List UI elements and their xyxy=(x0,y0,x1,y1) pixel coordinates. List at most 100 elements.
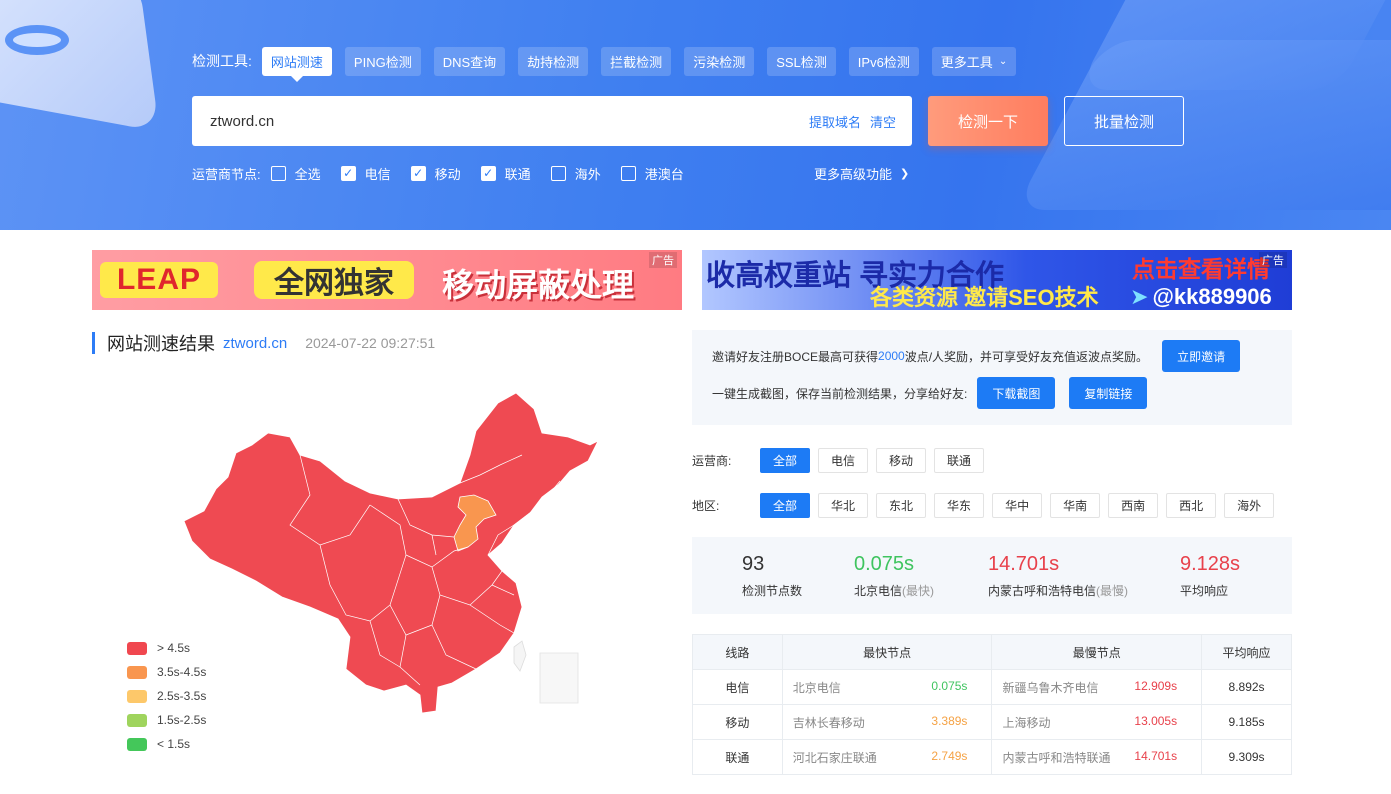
tab-hijack[interactable]: 劫持检测 xyxy=(518,46,589,76)
filter-isp-unicom[interactable]: 联通 xyxy=(934,447,985,473)
ad-leap-logo: LEAP xyxy=(100,262,218,298)
clear-link[interactable]: 清空 xyxy=(870,112,896,131)
isp-node-label: 运营商节点: xyxy=(192,166,261,182)
more-advanced-label: 更多高级功能 xyxy=(814,166,893,182)
tab-ssl[interactable]: SSL检测 xyxy=(767,46,836,76)
stat-label-text: 内蒙古呼和浩特电信 xyxy=(988,584,1097,598)
filter-region-north[interactable]: 华北 xyxy=(818,492,869,518)
filter-isp-all[interactable]: 全部 xyxy=(760,447,811,473)
checkbox-box xyxy=(550,165,566,181)
extract-domain-link[interactable]: 提取域名 xyxy=(809,112,861,131)
tab-pollution[interactable]: 污染检测 xyxy=(684,46,755,76)
map-region-mainland[interactable] xyxy=(183,392,599,714)
tab-website-speed[interactable]: 网站测速 xyxy=(261,46,332,82)
checkbox-select-all[interactable]: 全选 xyxy=(270,164,321,183)
more-tools-label: 更多工具 xyxy=(940,54,993,70)
tab-ping[interactable]: PING检测 xyxy=(344,46,421,76)
batch-detect-button[interactable]: 批量检测 xyxy=(1064,96,1184,146)
node-name: 吉林长春移动 xyxy=(792,715,865,730)
ad-banner-left[interactable]: LEAP 全网独家 移动屏蔽处理 广告 xyxy=(92,250,682,310)
result-domain[interactable]: ztword.cn xyxy=(223,335,287,352)
filter-region-central[interactable]: 华中 xyxy=(992,492,1043,518)
ad-text: 移动屏蔽处理 xyxy=(442,267,635,303)
filter-isp-telecom[interactable]: 电信 xyxy=(818,447,869,473)
cell-fastest: 吉林长春移动 3.389s xyxy=(781,704,993,740)
filter-isp-mobile[interactable]: 移动 xyxy=(876,447,927,473)
tab-ipv6[interactable]: IPv6检测 xyxy=(848,46,919,76)
stat-label: 检测节点数 xyxy=(742,584,803,598)
domain-input[interactable] xyxy=(210,112,800,130)
map-region-taiwan[interactable] xyxy=(513,640,527,672)
filter-region-overseas[interactable]: 海外 xyxy=(1224,492,1275,518)
tab-intercept[interactable]: 拦截检测 xyxy=(601,46,672,76)
tool-tabs: 检测工具: 网站测速 PING检测 DNS查询 劫持检测 拦截检测 污染检测 S… xyxy=(192,46,1029,82)
cell-slowest: 内蒙古呼和浩特联通 14.701s xyxy=(991,739,1203,775)
filter-region-east[interactable]: 华东 xyxy=(934,492,985,518)
screenshot-row: 一键生成截图，保存当前检测结果，分享给好友: 下载截图 复制链接 xyxy=(712,377,1148,409)
stat-slowest: 14.701s 内蒙古呼和浩特电信(最慢) xyxy=(988,553,1128,599)
legend-swatch xyxy=(127,665,147,679)
col-header: 平均响应 xyxy=(1201,634,1292,670)
checkbox-label: 港澳台 xyxy=(644,166,684,182)
checkbox-box xyxy=(620,165,636,181)
checkbox-label: 全选 xyxy=(294,166,321,182)
invite-text: 邀请好友注册BOCE最高可获得 xyxy=(712,349,879,364)
ad-tag: 广告 xyxy=(1259,252,1287,268)
col-header: 线路 xyxy=(692,634,783,670)
legend-item: 3.5s-4.5s xyxy=(127,660,206,684)
stat-label: 平均响应 xyxy=(1180,584,1229,598)
cell-line: 移动 xyxy=(692,704,783,740)
ad-contact-text: @kk889906 xyxy=(1152,284,1272,309)
filter-region-south[interactable]: 华南 xyxy=(1050,492,1101,518)
tab-dns[interactable]: DNS查询 xyxy=(433,46,506,76)
filter-region-all[interactable]: 全部 xyxy=(760,492,811,518)
node-time: 13.005s xyxy=(1134,713,1178,728)
legend-label: < 1.5s xyxy=(157,737,191,751)
cell-slowest: 上海移动 13.005s xyxy=(991,704,1203,740)
decor-shape xyxy=(0,0,160,132)
stat-label: 北京电信(最快) xyxy=(854,582,934,599)
invite-button[interactable]: 立即邀请 xyxy=(1162,340,1241,372)
col-header: 最慢节点 xyxy=(991,634,1203,670)
china-speed-map[interactable] xyxy=(170,385,620,725)
region-filter: 地区: 全部 华北 东北 华东 华中 华南 西南 西北 海外 xyxy=(692,492,1282,518)
checkbox-unicom[interactable]: ✓ 联通 xyxy=(480,164,531,183)
checkbox-label: 海外 xyxy=(574,166,601,182)
node-name: 北京电信 xyxy=(792,680,841,695)
cell-line: 电信 xyxy=(692,669,783,705)
checkbox-overseas[interactable]: 海外 xyxy=(550,164,601,183)
filter-region-southwest[interactable]: 西南 xyxy=(1108,492,1159,518)
stat-value: 14.701s xyxy=(988,553,1060,575)
legend-item: > 4.5s xyxy=(127,636,206,660)
invite-row: 邀请好友注册BOCE最高可获得 2000 波点/人奖励，并可享受好友充值返波点奖励。… xyxy=(712,340,1241,372)
table-row: 移动 吉林长春移动 3.389s 上海移动 13.005s 9.185s xyxy=(692,704,1292,740)
cell-average: 9.309s xyxy=(1201,739,1292,775)
checkbox-telecom[interactable]: ✓ 电信 xyxy=(340,164,391,183)
filter-region-northeast[interactable]: 东北 xyxy=(876,492,927,518)
filter-region-northwest[interactable]: 西北 xyxy=(1166,492,1217,518)
cell-fastest: 河北石家庄联通 2.749s xyxy=(781,739,993,775)
checkbox-hk-mo-tw[interactable]: 港澳台 xyxy=(620,164,684,183)
tools-label: 检测工具: xyxy=(192,53,252,69)
detect-button[interactable]: 检测一下 xyxy=(928,96,1048,146)
isp-filter: 运营商: 全部 电信 移动 联通 xyxy=(692,447,992,473)
table-row: 电信 北京电信 0.075s 新疆乌鲁木齐电信 12.909s 8.892s xyxy=(692,669,1292,705)
ad-tag: 广告 xyxy=(649,252,677,268)
copy-link-button[interactable]: 复制链接 xyxy=(1069,377,1148,409)
node-time: 0.075s xyxy=(931,678,968,693)
map-region-south-sea xyxy=(539,652,579,704)
ad-banner-right[interactable]: 收高权重站 寻实力合作 各类资源 邀请SEO技术 点击查看详情 ➤ @kk8899… xyxy=(702,250,1292,310)
filter-label: 运营商: xyxy=(692,453,732,468)
more-advanced-link[interactable]: 更多高级功能 ❯ xyxy=(814,162,909,184)
legend-swatch xyxy=(127,689,147,703)
node-time: 2.749s xyxy=(931,748,968,763)
legend-swatch xyxy=(127,641,147,655)
map-legend: > 4.5s 3.5s-4.5s 2.5s-3.5s 1.5s-2.5s < 1… xyxy=(127,636,206,756)
hero-header: 检测工具: 网站测速 PING检测 DNS查询 劫持检测 拦截检测 污染检测 S… xyxy=(0,0,1391,230)
node-name: 新疆乌鲁木齐电信 xyxy=(1002,680,1099,695)
decor-ring xyxy=(5,25,69,55)
more-tools-dropdown[interactable]: 更多工具 ⌄ xyxy=(931,46,1017,76)
stat-average: 9.128s 平均响应 xyxy=(1180,553,1240,599)
checkbox-mobile[interactable]: ✓ 移动 xyxy=(410,164,461,183)
download-screenshot-button[interactable]: 下载截图 xyxy=(977,377,1056,409)
